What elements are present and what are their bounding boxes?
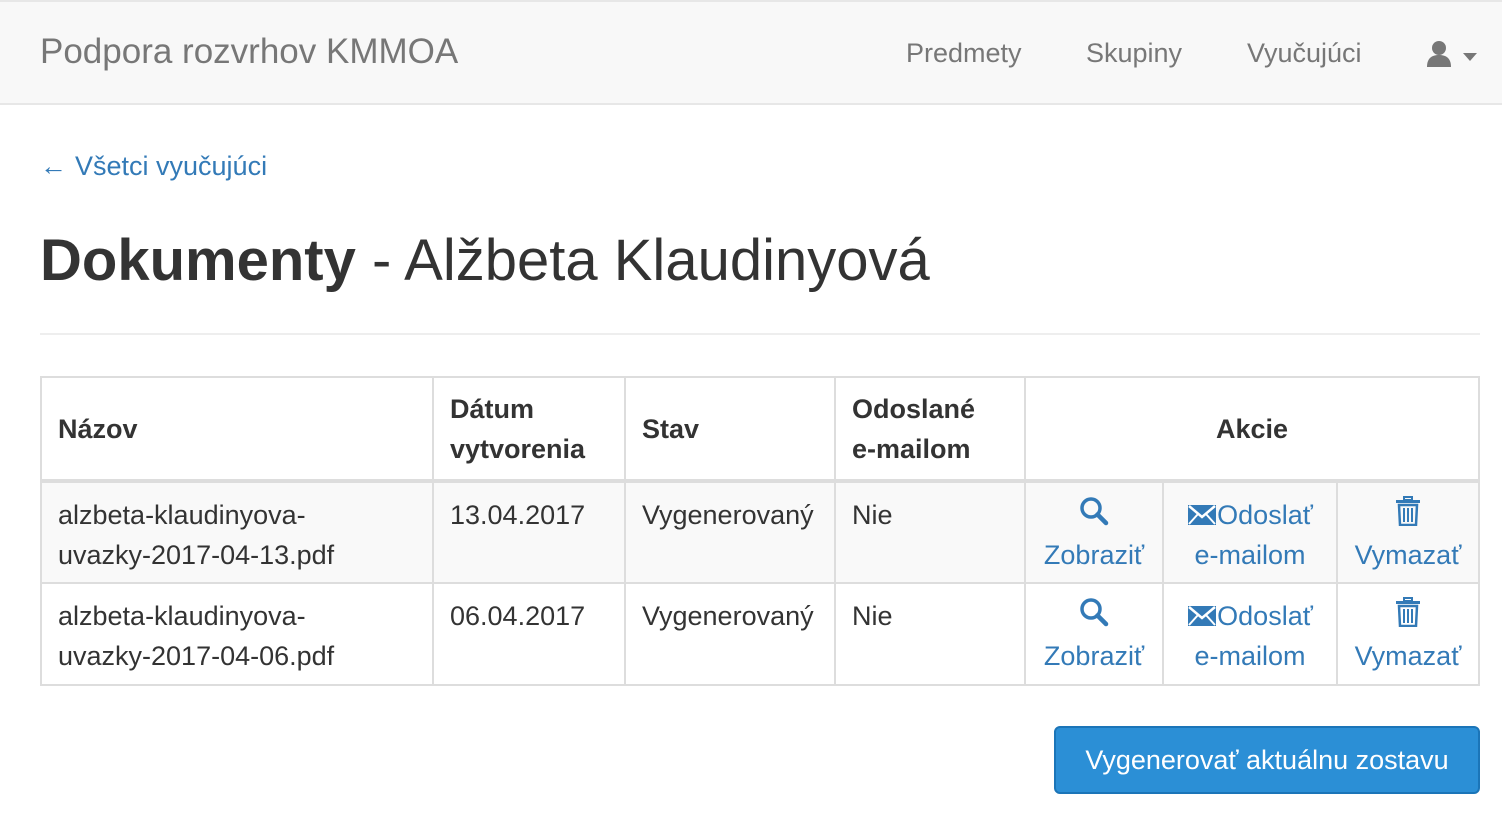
trash-icon [1396, 597, 1420, 627]
navbar: Podpora rozvrhov KMMOA Predmety Skupiny … [0, 0, 1502, 105]
user-icon [1427, 41, 1451, 67]
caret-down-icon [1463, 53, 1477, 61]
delete-label: Vymazať [1354, 540, 1462, 570]
view-label: Zobraziť [1043, 540, 1145, 570]
search-icon [1080, 598, 1109, 627]
nav-link-vyucujuci[interactable]: Vyučujúci [1247, 36, 1362, 70]
table-row: alzbeta-klaudinyova-uvazky-2017-04-06.pd… [40, 582, 1480, 686]
cell-sent: Nie [834, 582, 1026, 686]
file-name-line2: uvazky-2017-04-13.pdf [58, 540, 335, 570]
trash-icon [1396, 496, 1420, 526]
delete-button[interactable]: Vymazať [1336, 480, 1480, 584]
cell-status: Vygenerovaný [624, 582, 836, 686]
nav-link-skupiny[interactable]: Skupiny [1086, 36, 1182, 70]
search-icon [1080, 497, 1109, 526]
title-divider [40, 333, 1480, 335]
page-title: Dokumenty - Alžbeta Klaudinyová [40, 226, 930, 296]
arrow-left-icon: ← [40, 151, 67, 181]
header-status: Stav [624, 376, 836, 483]
header-date-line2: vytvorenia [450, 433, 586, 464]
back-link-label: Všetci vyučujúci [75, 151, 268, 181]
send-label-line2: e-mailom [1194, 641, 1306, 671]
send-email-button[interactable]: Odoslať e-mailom [1162, 480, 1338, 584]
brand-title[interactable]: Podpora rozvrhov KMMOA [40, 32, 458, 72]
envelope-icon [1188, 606, 1217, 626]
cell-sent: Nie [834, 480, 1026, 584]
cell-date: 13.04.2017 [432, 480, 626, 584]
table-row: alzbeta-klaudinyova-uvazky-2017-04-13.pd… [40, 480, 1480, 584]
envelope-icon [1188, 505, 1217, 525]
send-email-button[interactable]: Odoslať e-mailom [1162, 582, 1338, 686]
send-label-line1: Odoslať [1217, 500, 1313, 530]
delete-label: Vymazať [1354, 641, 1462, 671]
header-date-line1: Dátum [450, 393, 535, 424]
header-name: Názov [40, 376, 434, 483]
header-sent-line1: Odoslané [852, 393, 976, 424]
cell-date: 06.04.2017 [432, 582, 626, 686]
send-label-line1: Odoslať [1217, 601, 1313, 631]
table-header-row: Názov Dátum vytvorenia Stav Odoslané e-mai… [40, 376, 1480, 483]
view-button[interactable]: Zobraziť [1024, 582, 1164, 686]
cell-file-name: alzbeta-klaudinyova-uvazky-2017-04-06.pd… [40, 582, 434, 686]
file-name-line1: alzbeta-klaudinyova- [58, 500, 306, 530]
back-to-teachers-link[interactable]: ← Všetci vyučujúci [40, 148, 267, 184]
documents-table: Názov Dátum vytvorenia Stav Odoslané e-mai… [40, 376, 1480, 686]
view-label: Zobraziť [1043, 641, 1145, 671]
header-actions: Akcie [1024, 376, 1480, 483]
page-title-separator: - [355, 228, 405, 293]
nav-link-predmety[interactable]: Predmety [906, 36, 1022, 70]
file-name-line2: uvazky-2017-04-06.pdf [58, 641, 335, 671]
cell-status: Vygenerovaný [624, 480, 836, 584]
header-sent-line2: e-mailom [852, 433, 971, 464]
user-menu-toggle[interactable] [1426, 40, 1482, 70]
header-date: Dátum vytvorenia [432, 376, 626, 483]
page-title-heading: Dokumenty [40, 228, 356, 293]
generate-report-button[interactable]: Vygenerovať aktuálnu zostavu [1054, 726, 1480, 794]
file-name-line1: alzbeta-klaudinyova- [58, 601, 306, 631]
page-title-teacher-name: Alžbeta Klaudinyová [404, 228, 930, 293]
cell-file-name: alzbeta-klaudinyova-uvazky-2017-04-13.pd… [40, 480, 434, 584]
view-button[interactable]: Zobraziť [1024, 480, 1164, 584]
send-label-line2: e-mailom [1194, 540, 1306, 570]
delete-button[interactable]: Vymazať [1336, 582, 1480, 686]
header-sent: Odoslané e-mailom [834, 376, 1026, 483]
